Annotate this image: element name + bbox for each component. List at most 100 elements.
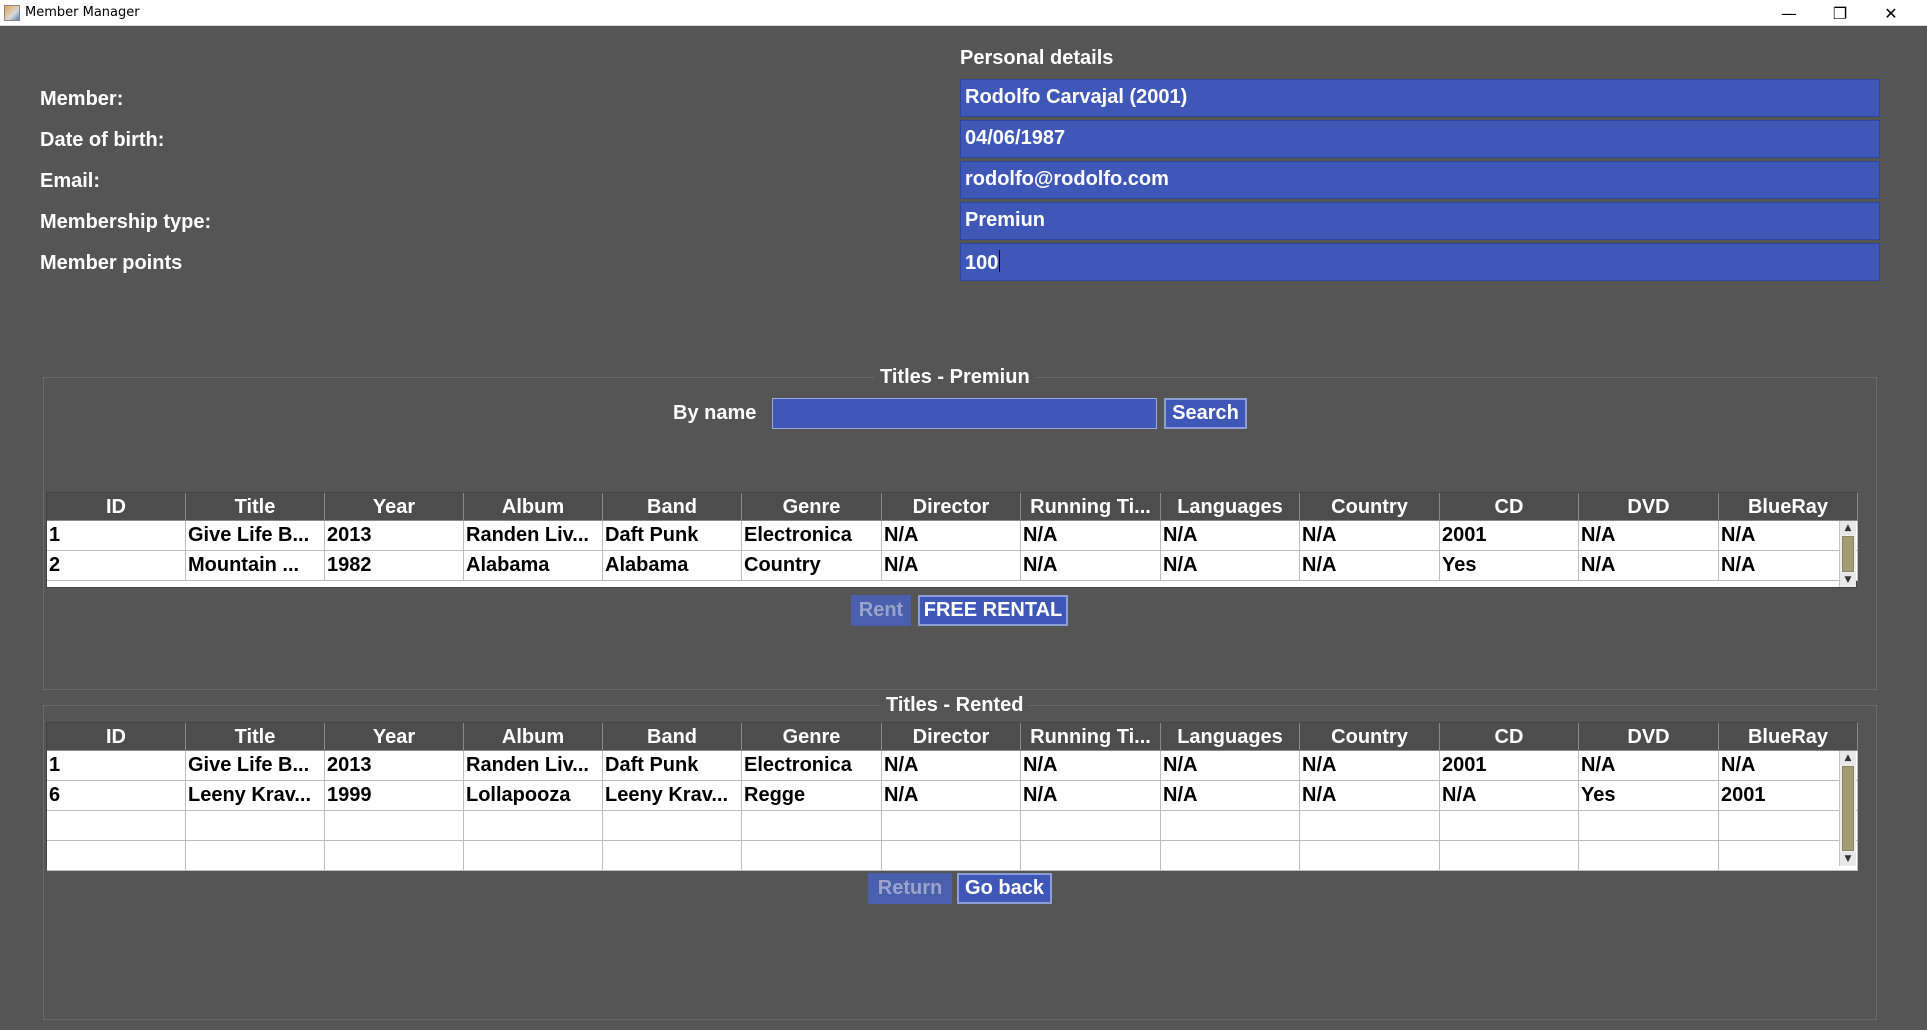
table-cell: Randen Liv...: [464, 751, 603, 781]
table-header: ID Title Year Album Band Genre Director Running…: [47, 723, 1858, 751]
column-header[interactable]: Title: [186, 723, 325, 751]
table-cell: [47, 841, 186, 871]
column-header[interactable]: Running Ti...: [1021, 493, 1161, 521]
table-cell: [1579, 811, 1719, 841]
column-header[interactable]: Languages: [1161, 493, 1300, 521]
table-cell: Lollapooza: [464, 781, 603, 811]
vertical-scrollbar[interactable]: ▲ ▼: [1839, 521, 1856, 587]
table-cell: N/A: [1161, 781, 1300, 811]
member-field[interactable]: Rodolfo Carvajal (2001): [960, 79, 1880, 117]
table-cell: N/A: [1021, 521, 1161, 551]
scroll-thumb[interactable]: [1842, 766, 1854, 851]
table-row[interactable]: 1 Give Life B... 2013 Randen Liv... Daft Pun…: [47, 521, 1858, 551]
table-row[interactable]: 1 Give Life B... 2013 Randen Liv... Daft Pun…: [47, 751, 1858, 781]
table-cell: 2001: [1440, 521, 1579, 551]
table-cell: N/A: [1300, 751, 1440, 781]
table-row[interactable]: 2 Mountain ... 1982 Alabama Alabama Country N/…: [47, 551, 1858, 581]
column-header[interactable]: DVD: [1579, 723, 1719, 751]
go-back-button[interactable]: Go back: [957, 873, 1052, 904]
column-header[interactable]: Genre: [742, 723, 882, 751]
table-cell: [1021, 841, 1161, 871]
column-header[interactable]: Band: [603, 493, 742, 521]
java-app-icon: [4, 5, 20, 21]
table-cell: N/A: [1021, 551, 1161, 581]
table-cell: [882, 841, 1021, 871]
column-header[interactable]: BlueRay: [1719, 493, 1858, 521]
column-header[interactable]: Country: [1300, 723, 1440, 751]
member-points-field[interactable]: 100: [960, 243, 1880, 281]
column-header[interactable]: ID: [47, 723, 186, 751]
minimize-icon[interactable]: —: [1764, 0, 1814, 26]
column-header[interactable]: Year: [325, 493, 464, 521]
table-row[interactable]: 6 Leeny Krav... 1999 Lollapooza Leeny Krav..…: [47, 781, 1858, 811]
table-cell: [1161, 841, 1300, 871]
titles-table[interactable]: ID Title Year Album Band Genre Director Running…: [46, 492, 1858, 588]
member-value: Rodolfo Carvajal (2001): [965, 86, 1188, 108]
column-header[interactable]: Year: [325, 723, 464, 751]
table-cell: [325, 811, 464, 841]
table-cell: 1982: [325, 551, 464, 581]
column-header[interactable]: Languages: [1161, 723, 1300, 751]
dob-field[interactable]: 04/06/1987: [960, 120, 1880, 158]
table-cell: 2013: [325, 751, 464, 781]
window-title: Member Manager: [25, 5, 140, 20]
vertical-scrollbar[interactable]: ▲ ▼: [1839, 751, 1856, 866]
column-header[interactable]: CD: [1440, 723, 1579, 751]
table-cell: [742, 811, 882, 841]
table-cell: N/A: [1300, 781, 1440, 811]
search-input[interactable]: [772, 398, 1157, 429]
close-icon[interactable]: ✕: [1866, 0, 1916, 26]
table-cell: 1: [47, 751, 186, 781]
column-header[interactable]: Director: [882, 493, 1021, 521]
table-cell: 1: [47, 521, 186, 551]
scroll-down-icon[interactable]: ▼: [1840, 852, 1856, 866]
table-cell: [1440, 811, 1579, 841]
table-cell: Electronica: [742, 751, 882, 781]
table-cell: N/A: [1579, 551, 1719, 581]
table-cell: [186, 841, 325, 871]
free-rental-button[interactable]: FREE RENTAL: [918, 595, 1068, 626]
scroll-up-icon[interactable]: ▲: [1840, 751, 1856, 765]
membership-type-field[interactable]: Premiun: [960, 202, 1880, 240]
maximize-icon[interactable]: ❐: [1815, 0, 1865, 26]
window-titlebar: Member Manager — ❐ ✕: [0, 0, 1927, 26]
member-points-label: Member points: [40, 252, 183, 274]
table-cell: N/A: [1579, 521, 1719, 551]
rent-button[interactable]: Rent: [851, 595, 911, 626]
column-header[interactable]: CD: [1440, 493, 1579, 521]
table-row[interactable]: [47, 811, 1858, 841]
email-value: rodolfo@rodolfo.com: [965, 168, 1169, 190]
scroll-up-icon[interactable]: ▲: [1840, 521, 1856, 535]
table-cell: 1999: [325, 781, 464, 811]
member-points-value: 100: [965, 252, 999, 274]
search-button[interactable]: Search: [1164, 398, 1247, 429]
table-cell: Leeny Krav...: [603, 781, 742, 811]
rented-table[interactable]: ID Title Year Album Band Genre Director Running…: [46, 722, 1858, 871]
table-cell: Alabama: [603, 551, 742, 581]
email-field[interactable]: rodolfo@rodolfo.com: [960, 161, 1880, 199]
table-cell: N/A: [1719, 551, 1858, 581]
return-button[interactable]: Return: [868, 873, 952, 904]
table-cell: N/A: [1719, 751, 1858, 781]
table-cell: [1579, 841, 1719, 871]
column-header[interactable]: ID: [47, 493, 186, 521]
column-header[interactable]: Album: [464, 493, 603, 521]
column-header[interactable]: Director: [882, 723, 1021, 751]
table-cell: Alabama: [464, 551, 603, 581]
scroll-down-icon[interactable]: ▼: [1840, 573, 1856, 587]
personal-details-heading: Personal details: [960, 47, 1114, 69]
column-header[interactable]: Album: [464, 723, 603, 751]
table-cell: N/A: [1021, 751, 1161, 781]
column-header[interactable]: Band: [603, 723, 742, 751]
table-cell: Give Life B...: [186, 751, 325, 781]
column-header[interactable]: DVD: [1579, 493, 1719, 521]
column-header[interactable]: Genre: [742, 493, 882, 521]
column-header[interactable]: Title: [186, 493, 325, 521]
table-row[interactable]: [47, 841, 1858, 871]
column-header[interactable]: Running Ti...: [1021, 723, 1161, 751]
text-caret: [999, 250, 1001, 272]
column-header[interactable]: BlueRay: [1719, 723, 1858, 751]
column-header[interactable]: Country: [1300, 493, 1440, 521]
table-cell: Electronica: [742, 521, 882, 551]
scroll-thumb[interactable]: [1842, 536, 1854, 572]
